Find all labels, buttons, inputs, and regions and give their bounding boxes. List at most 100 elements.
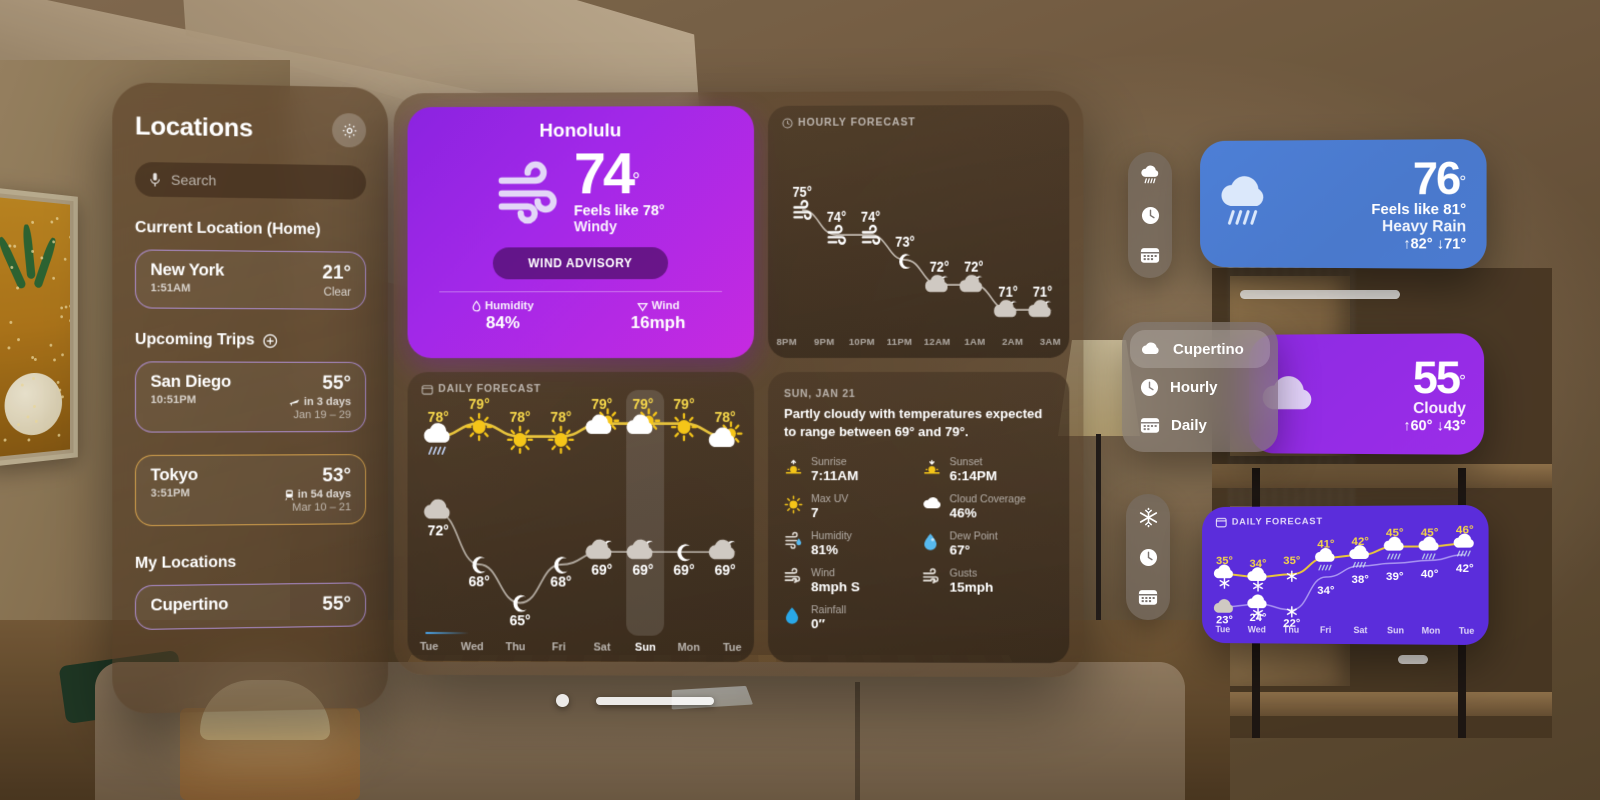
location-temp: 55° — [322, 594, 351, 616]
svg-text:79°: 79° — [673, 397, 694, 414]
shelf-handle — [1240, 290, 1400, 299]
svg-text:68°: 68° — [550, 575, 571, 592]
daily-tick[interactable]: Wed — [451, 641, 494, 653]
detail-date: SUN, JAN 21 — [784, 388, 1053, 400]
daily-tick[interactable]: Sat — [580, 641, 623, 653]
window-close-dot[interactable] — [556, 694, 569, 707]
svg-text:78°: 78° — [714, 409, 735, 426]
blue-feels-like: Feels like 81° — [1291, 201, 1466, 218]
section-label: Current Location (Home) — [135, 219, 321, 239]
section-current-location: Current Location (Home) — [135, 219, 366, 240]
svg-text:78°: 78° — [509, 409, 530, 426]
window-resize-handle[interactable] — [596, 697, 714, 705]
detail-label: Sunset — [950, 456, 998, 468]
hourly-tick: 2AM — [994, 337, 1032, 348]
daily-tick[interactable]: Tue — [408, 641, 451, 653]
hourly-tick: 3AM — [1032, 337, 1070, 348]
floating-daily-forecast-widget[interactable]: DAILY FORECAST 35° 34° 35° 41° 42° 45° 45° 46° 2… — [1202, 505, 1489, 645]
detail-value: 46% — [950, 505, 1026, 520]
hourly-forecast-card[interactable]: HOURLY FORECAST 75° 74° 74° 73° 72° 72° 71° 71°… — [768, 105, 1069, 358]
droplet-icon — [922, 532, 941, 551]
sidebar-header: Locations — [135, 109, 366, 148]
purple-widget-readout: 55° Cloudy ↑60° ↓43° — [1331, 354, 1466, 434]
hero-stats: Humidity 84% Wind 16mph — [425, 300, 736, 333]
menu-item-cupertino[interactable]: Cupertino — [1130, 330, 1270, 368]
sunset-icon — [922, 458, 941, 477]
svg-text:72°: 72° — [964, 259, 983, 275]
degree-symbol: ° — [1459, 172, 1466, 191]
daily-tick[interactable]: Sun — [624, 642, 667, 654]
hourly-tick: 11PM — [881, 337, 919, 348]
daily-tick[interactable]: Fri — [537, 641, 580, 653]
detail-label: Wind — [811, 567, 860, 579]
gusts-icon — [922, 570, 941, 589]
cloud-icon — [1140, 341, 1162, 357]
daily-tick[interactable]: Tue — [711, 642, 754, 654]
blue-temperature: 76° — [1291, 155, 1466, 201]
calendar-icon[interactable] — [1137, 244, 1163, 266]
location-card-tokyo[interactable]: Tokyo 3:51PM 53° in 54 days Mar 10 – 21 — [135, 454, 366, 526]
detail-item-rainfall: Rainfall 0″ — [784, 604, 914, 631]
scroll-indicator[interactable] — [425, 631, 469, 634]
wind-advisory-badge[interactable]: WIND ADVISORY — [493, 247, 668, 279]
snowflake-icon[interactable] — [1135, 506, 1161, 528]
floating-weather-widget-purple[interactable]: 55° Cloudy ↑60° ↓43° — [1249, 333, 1484, 455]
menu-item-hourly[interactable]: Hourly — [1130, 368, 1270, 406]
svg-text:74°: 74° — [827, 209, 846, 225]
rain-cloud-icon[interactable] — [1137, 164, 1163, 186]
detail-value: 7 — [811, 505, 848, 520]
calendar-icon — [1215, 517, 1227, 528]
svg-text:69°: 69° — [591, 562, 612, 579]
current-weather-card[interactable]: Honolulu 74° Feels like 78° Windy WIND A… — [408, 106, 754, 358]
floating-daily-tick: Thu — [1274, 625, 1308, 635]
clock-icon[interactable] — [1135, 546, 1161, 568]
blue-widget-readout: 76° Feels like 81° Heavy Rain ↑82° ↓71° — [1291, 155, 1466, 252]
widget-rail-bottom — [1126, 494, 1170, 620]
day-details-card[interactable]: SUN, JAN 21 Partly cloudy with temperatu… — [768, 372, 1069, 663]
svg-text:69°: 69° — [714, 562, 735, 579]
svg-text:78°: 78° — [550, 409, 571, 426]
section-label: My Locations — [135, 554, 236, 573]
svg-text:73°: 73° — [895, 234, 914, 250]
location-time: 3:51PM — [150, 487, 198, 499]
purple-condition: Cloudy — [1331, 399, 1466, 417]
detail-item-dew-point: Dew Point 67° — [922, 530, 1053, 557]
location-card-cupertino[interactable]: Cupertino 55° — [135, 582, 366, 630]
hero-city-name: Honolulu — [425, 120, 736, 143]
location-name: Cupertino — [150, 595, 228, 615]
clock-icon[interactable] — [1137, 204, 1163, 226]
detail-summary: Partly cloudy with temperatures expected… — [784, 405, 1053, 440]
trip-countdown: in 3 days — [289, 396, 351, 408]
widget-rail-top — [1128, 152, 1172, 278]
location-name: San Diego — [150, 373, 231, 392]
detail-item-cloud-coverage: Cloud Coverage 46% — [922, 493, 1053, 520]
trip-dates: Mar 10 – 21 — [285, 501, 351, 514]
location-card-new-york[interactable]: New York 1:51AM 21° Clear — [135, 249, 366, 309]
floating-weather-widget-blue[interactable]: 76° Feels like 81° Heavy Rain ↑82° ↓71° — [1200, 139, 1487, 269]
svg-text:40°: 40° — [1421, 568, 1439, 580]
location-card-san-diego[interactable]: San Diego 10:51PM 55° in 3 days Jan 19 –… — [135, 361, 366, 432]
daily-tick[interactable]: Mon — [667, 642, 710, 654]
location-temp: 55° — [289, 373, 351, 395]
daily-forecast-card[interactable]: DAILY FORECAST 78° 79° 78° 78° 79° 79° 79° 78° 7… — [408, 372, 754, 662]
detail-label: Max UV — [811, 493, 848, 505]
hourly-tick: 10PM — [843, 337, 881, 348]
svg-text:79°: 79° — [632, 397, 653, 414]
menu-item-daily[interactable]: Daily — [1130, 406, 1270, 444]
floating-daily-tick: Sat — [1343, 625, 1378, 635]
section-upcoming-trips: Upcoming Trips — [135, 331, 366, 350]
wind-icon — [496, 162, 568, 220]
airplane-icon — [289, 396, 300, 407]
calendar-icon[interactable] — [1135, 586, 1161, 608]
detail-label: Gusts — [950, 568, 994, 580]
hourly-tick: 12AM — [918, 337, 956, 348]
plus-circle-icon[interactable] — [263, 333, 278, 348]
stat-value: 16mph — [580, 313, 736, 333]
search-input[interactable]: Search — [135, 162, 366, 200]
detail-label: Sunrise — [811, 456, 858, 468]
detail-label: Humidity — [811, 530, 852, 542]
hero-temperature: 74° — [574, 146, 665, 201]
humidity-icon — [784, 532, 803, 551]
daily-tick[interactable]: Thu — [494, 641, 537, 653]
settings-button[interactable] — [332, 113, 366, 148]
